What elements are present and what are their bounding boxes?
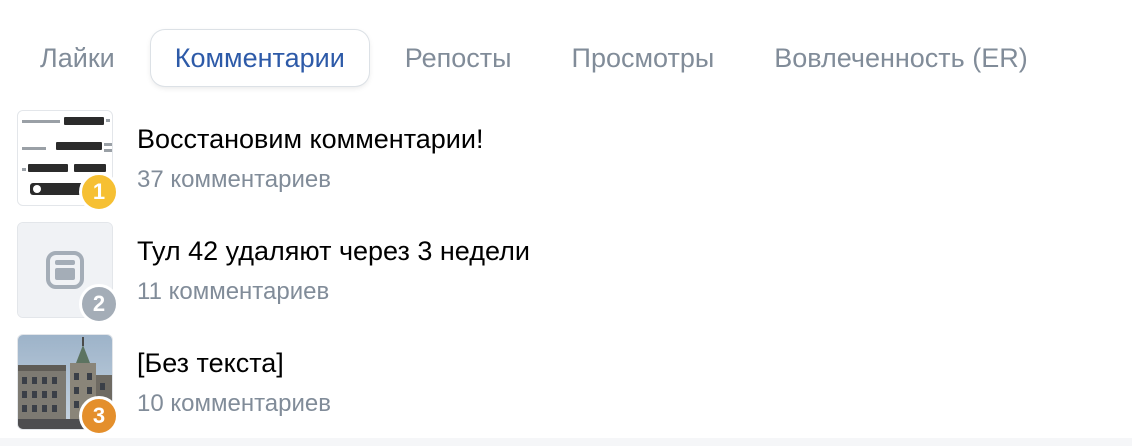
comments-count: 37 комментариев: [137, 166, 332, 193]
post-title[interactable]: Тул 42 удаляют через 3 недели: [137, 236, 530, 267]
tab-likes[interactable]: Лайки: [16, 30, 139, 86]
comments-count: 11 комментариев: [137, 278, 330, 305]
tab-comments[interactable]: Комментарии: [150, 30, 369, 86]
rank-badge: 1: [79, 172, 119, 212]
post-title[interactable]: Восстановим комментарии!: [137, 124, 483, 155]
comments-count: 10 комментариев: [137, 390, 332, 417]
tab-views[interactable]: Просмотры: [548, 30, 739, 86]
tab-engagement[interactable]: Вовлеченность (ER): [750, 30, 1051, 86]
list-item[interactable]: 1 Восстановим комментарии! 37 комментари…: [16, 110, 1116, 222]
metric-tabs: Лайки Комментарии Репосты Просмотры Вовл…: [16, 30, 1052, 86]
tab-reposts[interactable]: Репосты: [381, 30, 536, 86]
list-item[interactable]: 2 Тул 42 удаляют через 3 недели 11 комме…: [16, 222, 1116, 334]
bottom-divider: [0, 438, 1132, 446]
rank-badge: 3: [79, 396, 119, 436]
top-posts-list: 1 Восстановим комментарии! 37 комментари…: [16, 110, 1116, 446]
top-posts-widget: Лайки Комментарии Репосты Просмотры Вовл…: [0, 0, 1132, 446]
rank-badge: 2: [79, 284, 119, 324]
list-item[interactable]: 3 [Без текста] 10 комментариев: [16, 334, 1116, 446]
post-placeholder-icon: [46, 251, 84, 289]
post-title[interactable]: [Без текста]: [137, 348, 284, 379]
